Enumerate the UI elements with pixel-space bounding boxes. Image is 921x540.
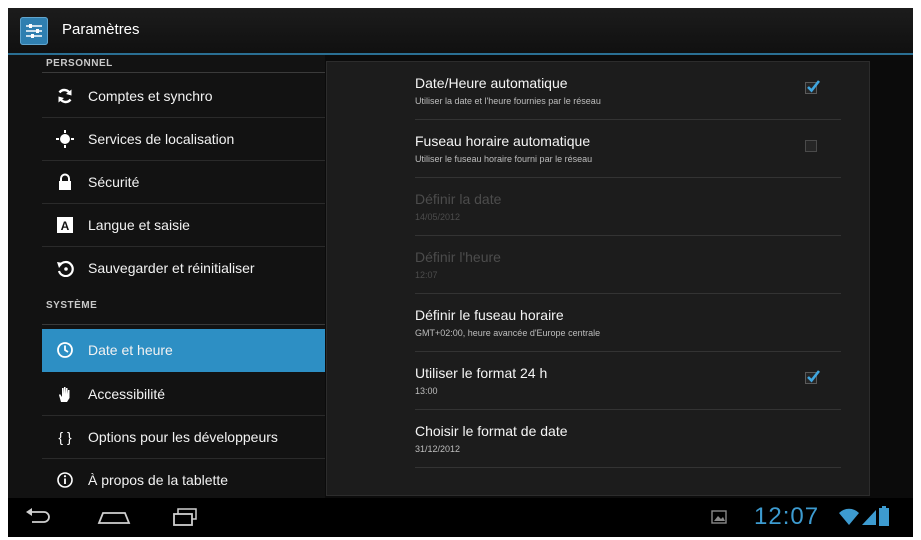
sidebar-item-accounts[interactable]: Comptes et synchro <box>42 75 325 118</box>
pref-summary: Utiliser la date et l'heure fournies par… <box>415 96 601 106</box>
sidebar-item-location[interactable]: Services de localisation <box>42 118 325 161</box>
home-button[interactable] <box>96 507 132 532</box>
sidebar-item-date-time[interactable]: Date et heure <box>42 329 325 372</box>
pref-summary: 31/12/2012 <box>415 444 461 454</box>
sync-icon <box>56 87 74 105</box>
pref-set-time: Définir l'heure 12:07 <box>415 236 841 294</box>
pref-title: Définir l'heure <box>415 249 501 265</box>
format-24h-checkbox[interactable] <box>805 370 821 384</box>
sidebar-item-label: Sécurité <box>88 174 140 190</box>
recents-button[interactable] <box>170 507 200 532</box>
pref-date-format[interactable]: Choisir le format de date 31/12/2012 <box>415 410 841 468</box>
sidebar-item-label: Sauvegarder et réinitialiser <box>88 260 255 276</box>
settings-screen: Paramètres PERSONNEL Comptes et synchro … <box>8 8 913 537</box>
sidebar-item-security[interactable]: Sécurité <box>42 161 325 204</box>
pref-set-timezone[interactable]: Définir le fuseau horaire GMT+02:00, heu… <box>415 294 841 352</box>
status-clock[interactable]: 12:07 <box>754 503 819 531</box>
section-header-systeme: SYSTÈME <box>46 300 98 311</box>
location-icon <box>56 130 74 148</box>
sidebar-item-label: Langue et saisie <box>88 217 190 233</box>
backup-icon <box>56 259 74 277</box>
checkmark-icon <box>807 370 821 383</box>
action-bar: Paramètres <box>8 8 913 55</box>
language-icon: A <box>56 216 74 234</box>
sidebar-item-label: Accessibilité <box>88 386 166 402</box>
sidebar-item-accessibility[interactable]: Accessibilité <box>42 373 325 416</box>
date-time-panel: Date/Heure automatique Utiliser la date … <box>326 61 870 496</box>
pref-summary: 13:00 <box>415 386 438 396</box>
pref-title: Définir la date <box>415 191 502 207</box>
pref-title: Fuseau horaire automatique <box>415 133 591 149</box>
pref-summary: GMT+02:00, heure avancée d'Europe centra… <box>415 328 601 338</box>
signal-icon <box>861 508 877 531</box>
svg-text:A: A <box>61 219 70 233</box>
battery-icon <box>879 506 889 531</box>
pref-summary: 12:07 <box>415 270 438 280</box>
checkmark-icon <box>807 80 821 93</box>
back-button[interactable] <box>24 507 54 532</box>
sidebar-item-label: Options pour les développeurs <box>88 429 278 445</box>
sidebar-item-developer-options[interactable]: { } Options pour les développeurs <box>42 416 325 459</box>
home-icon <box>97 512 131 524</box>
sidebar-item-label: À propos de la tablette <box>88 472 229 488</box>
section-divider <box>42 324 325 325</box>
sidebar-item-label: Services de localisation <box>88 131 235 147</box>
lock-icon <box>56 173 74 191</box>
auto-timezone-checkbox[interactable] <box>805 140 817 152</box>
back-icon <box>26 508 50 523</box>
sidebar-item-language[interactable]: A Langue et saisie <box>42 204 325 247</box>
pref-title: Date/Heure automatique <box>415 75 568 91</box>
page-title: Paramètres <box>62 21 140 38</box>
pref-title: Utiliser le format 24 h <box>415 365 548 381</box>
info-icon <box>56 471 74 489</box>
section-divider <box>42 72 325 73</box>
pref-24h-format[interactable]: Utiliser le format 24 h 13:00 <box>415 352 841 410</box>
pref-summary: Utiliser le fuseau horaire fourni par le… <box>415 154 593 164</box>
settings-app-icon[interactable] <box>20 17 48 45</box>
hand-icon <box>56 385 74 403</box>
sidebar-item-about[interactable]: À propos de la tablette <box>42 459 325 502</box>
braces-icon: { } <box>58 429 72 445</box>
auto-date-time-checkbox[interactable] <box>805 80 821 94</box>
system-nav-bar: 12:07 <box>8 498 913 537</box>
pref-auto-date-time[interactable]: Date/Heure automatique Utiliser la date … <box>415 62 841 120</box>
pref-title: Définir le fuseau horaire <box>415 307 564 323</box>
sidebar-item-label: Date et heure <box>88 342 173 358</box>
recents-icon <box>173 508 197 526</box>
pref-summary: 14/05/2012 <box>415 212 461 222</box>
wifi-icon <box>838 508 860 531</box>
settings-sidebar: PERSONNEL Comptes et synchro Services de… <box>8 55 325 498</box>
sidebar-item-backup[interactable]: Sauvegarder et réinitialiser <box>42 247 325 290</box>
gallery-notification-icon[interactable] <box>711 510 727 529</box>
clock-icon <box>56 341 74 359</box>
sidebar-item-label: Comptes et synchro <box>88 88 213 104</box>
section-header-personnel: PERSONNEL <box>46 58 113 69</box>
pref-auto-timezone[interactable]: Fuseau horaire automatique Utiliser le f… <box>415 120 841 178</box>
pref-title: Choisir le format de date <box>415 423 568 439</box>
pref-set-date: Définir la date 14/05/2012 <box>415 178 841 236</box>
